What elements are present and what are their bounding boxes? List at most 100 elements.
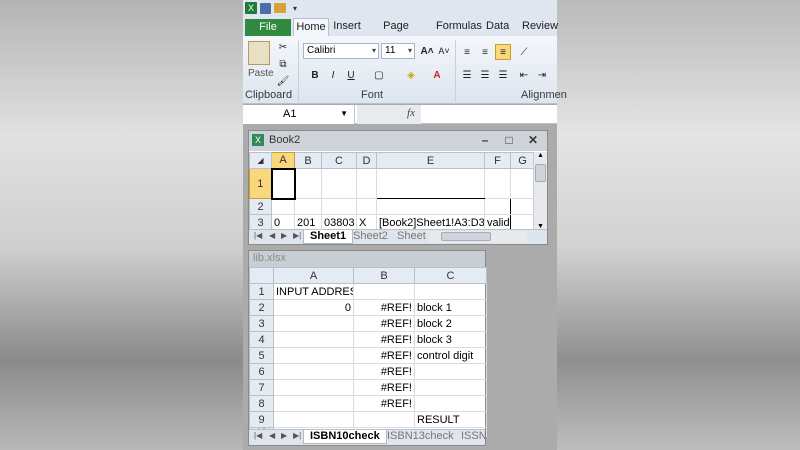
- open-folder-icon[interactable]: [274, 3, 286, 13]
- cell[interactable]: [273, 379, 354, 396]
- row-header[interactable]: 3: [249, 315, 274, 332]
- column-header[interactable]: G: [510, 152, 535, 169]
- formula-input[interactable]: [423, 105, 557, 124]
- align-top-icon[interactable]: ≡: [459, 44, 475, 60]
- cell[interactable]: [321, 198, 357, 215]
- select-all-corner[interactable]: [249, 267, 274, 284]
- cell[interactable]: #REF!: [353, 347, 415, 364]
- paste-button-label[interactable]: Paste: [248, 68, 274, 79]
- column-header[interactable]: B: [353, 267, 415, 284]
- cell[interactable]: [353, 411, 415, 428]
- column-header[interactable]: E: [376, 152, 485, 169]
- bold-button[interactable]: B: [307, 67, 323, 83]
- horizontal-scrollbar[interactable]: [429, 231, 527, 243]
- insert-function-icon[interactable]: fx: [407, 107, 415, 119]
- cell[interactable]: block 1: [414, 299, 487, 316]
- font-color-icon[interactable]: A: [429, 67, 445, 83]
- sheet-tab-sheet2[interactable]: Sheet2: [347, 230, 394, 244]
- cell[interactable]: [414, 395, 487, 412]
- tab-formulas[interactable]: Formulas: [436, 18, 482, 36]
- tab-data[interactable]: Data: [486, 18, 509, 36]
- next-sheet-icon[interactable]: ▶: [281, 231, 287, 240]
- font-size-select[interactable]: 11 ▾: [381, 43, 415, 59]
- cell-a1[interactable]: [270, 167, 296, 200]
- column-header[interactable]: A: [273, 267, 354, 284]
- align-left-icon[interactable]: ☰: [459, 67, 475, 83]
- column-header[interactable]: D: [356, 152, 377, 169]
- cell[interactable]: #REF!: [353, 315, 415, 332]
- cell[interactable]: [414, 379, 487, 396]
- cell[interactable]: [376, 168, 485, 199]
- cell[interactable]: control digit: [414, 347, 487, 364]
- cell[interactable]: [356, 198, 377, 215]
- row-header[interactable]: 9: [249, 411, 274, 428]
- underline-button[interactable]: U: [343, 67, 359, 83]
- copy-icon[interactable]: ⧉: [275, 56, 291, 72]
- increase-indent-icon[interactable]: ⇥: [534, 67, 550, 83]
- sheet-tab-issn[interactable]: ISSN: [455, 430, 493, 444]
- cell[interactable]: RESULT: [414, 411, 487, 428]
- last-sheet-icon[interactable]: ▶|: [293, 231, 301, 240]
- vertical-scrollbar[interactable]: ▲ ▼: [533, 152, 547, 230]
- cell[interactable]: #REF!: [353, 299, 415, 316]
- row-header[interactable]: 5: [249, 347, 274, 364]
- cut-icon[interactable]: ✂: [275, 39, 291, 55]
- cell[interactable]: [510, 168, 535, 199]
- cell[interactable]: [510, 198, 535, 215]
- cell[interactable]: [273, 363, 354, 380]
- first-sheet-icon[interactable]: |◀: [254, 231, 262, 240]
- first-sheet-icon[interactable]: |◀: [254, 431, 262, 440]
- orientation-icon[interactable]: ⟋: [516, 44, 532, 60]
- prev-sheet-icon[interactable]: ◀: [269, 431, 275, 440]
- cell[interactable]: [414, 283, 487, 300]
- customize-toolbar-icon[interactable]: ▾: [289, 2, 301, 14]
- column-header[interactable]: A: [271, 152, 295, 169]
- sheet-tab-isbn10check[interactable]: ISBN10check: [303, 430, 387, 444]
- cell[interactable]: [484, 198, 511, 215]
- row-header[interactable]: 7: [249, 379, 274, 396]
- last-sheet-icon[interactable]: ▶|: [293, 431, 301, 440]
- tab-insert[interactable]: Insert: [333, 18, 361, 36]
- cell[interactable]: block 3: [414, 331, 487, 348]
- column-header[interactable]: B: [294, 152, 322, 169]
- align-middle-icon[interactable]: ≡: [477, 44, 493, 60]
- cell[interactable]: #REF!: [353, 363, 415, 380]
- tab-home[interactable]: Home: [293, 18, 329, 36]
- row-header[interactable]: 2: [249, 198, 272, 215]
- decrease-indent-icon[interactable]: ⇤: [516, 67, 532, 83]
- cell[interactable]: #REF!: [353, 379, 415, 396]
- cell[interactable]: INPUT ADDRESS: [273, 283, 354, 300]
- row-header[interactable]: 1: [249, 168, 272, 199]
- select-all-corner[interactable]: ◢: [249, 152, 272, 169]
- cell[interactable]: [273, 331, 354, 348]
- column-header[interactable]: F: [484, 152, 511, 169]
- row-header[interactable]: 8: [249, 395, 274, 412]
- sheet-tab-sheet1[interactable]: Sheet1: [303, 230, 354, 244]
- scroll-up-icon[interactable]: ▲: [537, 152, 544, 159]
- row-header[interactable]: 4: [249, 331, 274, 348]
- cell[interactable]: [321, 168, 357, 199]
- cell[interactable]: [273, 395, 354, 412]
- paste-icon[interactable]: [248, 41, 270, 65]
- cell[interactable]: #REF!: [353, 395, 415, 412]
- name-box[interactable]: A1 ▼: [243, 105, 355, 124]
- minimize-icon[interactable]: –: [477, 133, 493, 147]
- font-name-select[interactable]: Calibri ▾: [303, 43, 379, 59]
- borders-icon[interactable]: ▢: [371, 67, 387, 83]
- align-bottom-icon[interactable]: ≡: [495, 44, 511, 60]
- save-icon[interactable]: [260, 2, 271, 14]
- scroll-thumb[interactable]: [441, 232, 491, 241]
- cell[interactable]: block 2: [414, 315, 487, 332]
- grow-font-icon[interactable]: A˄: [419, 43, 435, 59]
- tab-page-layout[interactable]: Page Layout: [371, 18, 421, 49]
- cell[interactable]: [273, 315, 354, 332]
- cell[interactable]: [271, 198, 295, 215]
- cell[interactable]: 0: [273, 299, 354, 316]
- cell[interactable]: [273, 347, 354, 364]
- format-painter-icon[interactable]: 🖌: [275, 73, 291, 89]
- tab-file[interactable]: File: [245, 19, 291, 36]
- next-sheet-icon[interactable]: ▶: [281, 431, 287, 440]
- cell[interactable]: [294, 198, 322, 215]
- maximize-icon[interactable]: □: [501, 133, 517, 147]
- cell[interactable]: [353, 283, 415, 300]
